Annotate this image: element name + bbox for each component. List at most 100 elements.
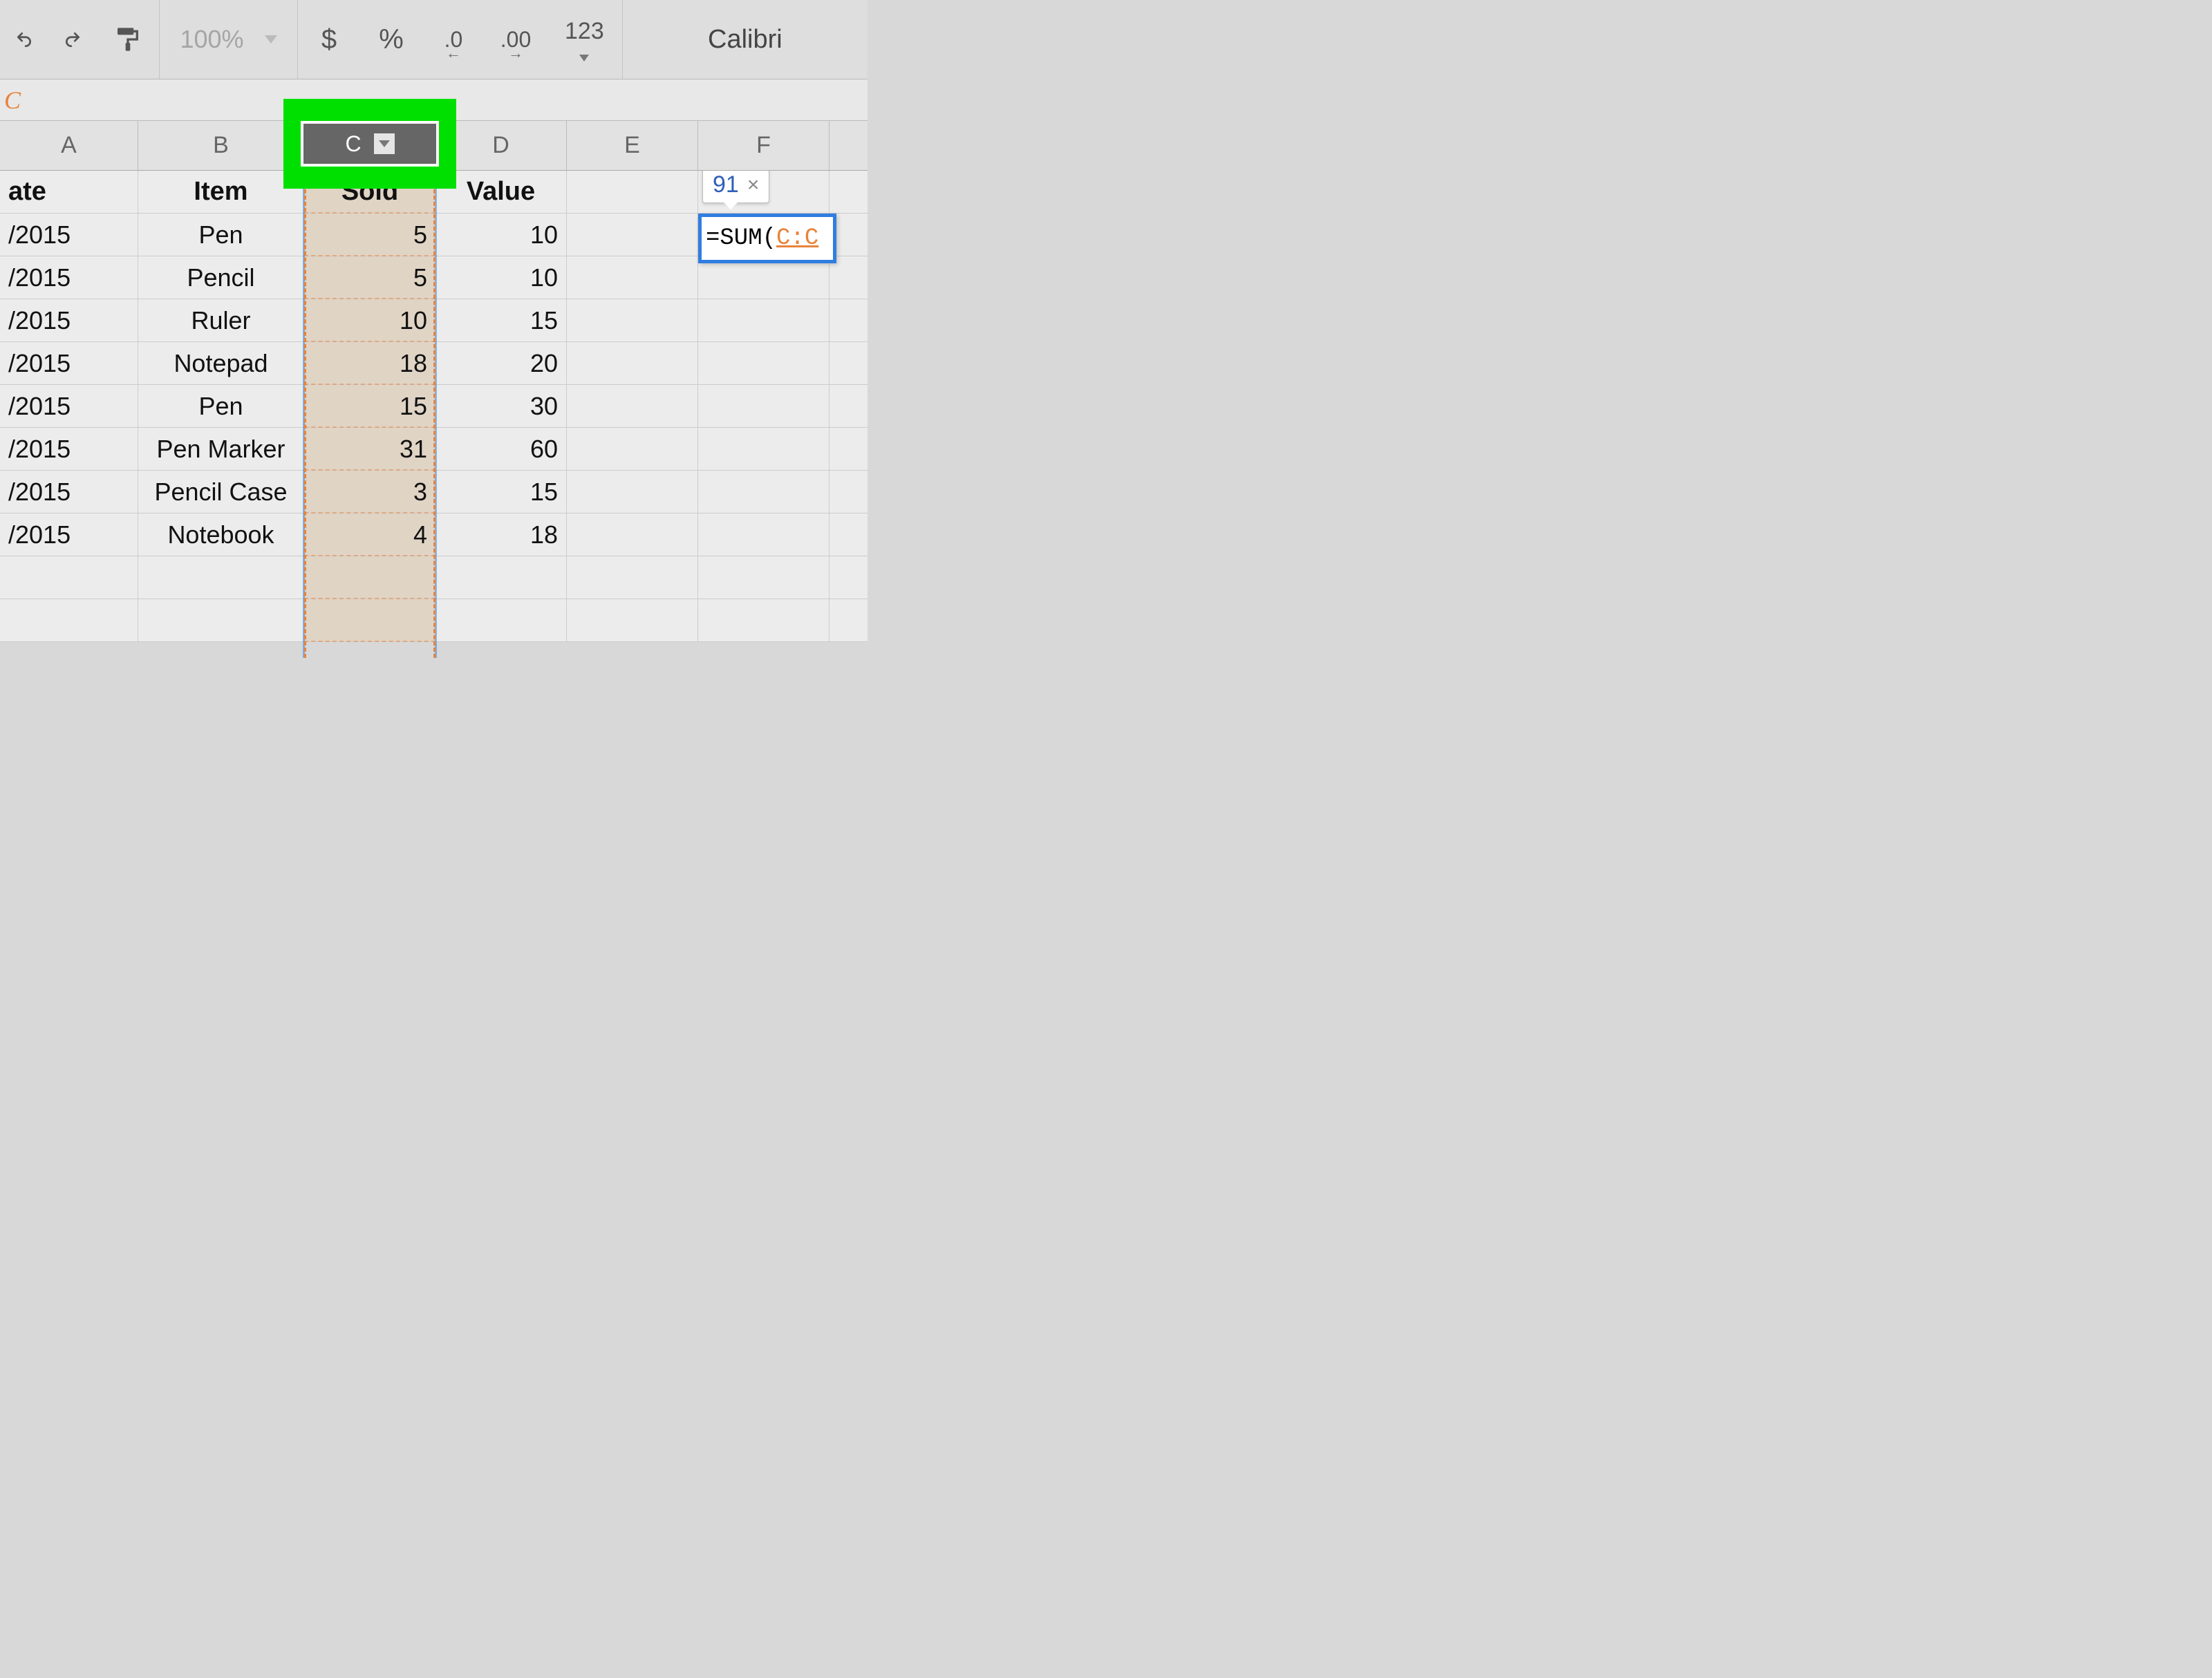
col-c-label: C bbox=[345, 131, 361, 157]
cell[interactable]: 5 bbox=[304, 214, 435, 256]
active-formula-cell[interactable]: =SUM(C:C bbox=[698, 214, 836, 263]
increase-decimal-button[interactable]: .00 → bbox=[485, 0, 547, 79]
cell[interactable]: 10 bbox=[435, 214, 567, 256]
cell[interactable]: Pen Marker bbox=[138, 428, 304, 470]
cell[interactable]: Ruler bbox=[138, 299, 304, 341]
cell[interactable]: ate bbox=[0, 171, 138, 213]
cell[interactable] bbox=[304, 556, 435, 598]
arrow-left-icon: ← bbox=[446, 44, 461, 62]
cell[interactable]: 10 bbox=[435, 256, 567, 299]
cell[interactable] bbox=[435, 556, 567, 598]
redo-button[interactable] bbox=[48, 0, 97, 79]
cell[interactable] bbox=[698, 385, 830, 427]
number-format-group: $ % .0 ← .00 → 123 bbox=[298, 0, 623, 79]
cell[interactable]: Item bbox=[138, 171, 304, 213]
cell[interactable]: /2015 bbox=[0, 385, 138, 427]
font-family-select[interactable]: Calibri bbox=[623, 0, 868, 79]
cell[interactable]: 31 bbox=[304, 428, 435, 470]
cell[interactable] bbox=[567, 171, 698, 213]
cell[interactable] bbox=[567, 471, 698, 513]
cell[interactable]: Pencil bbox=[138, 256, 304, 299]
cell[interactable] bbox=[698, 342, 830, 384]
cell[interactable]: Notebook bbox=[138, 513, 304, 556]
cell[interactable] bbox=[567, 385, 698, 427]
cell[interactable] bbox=[698, 513, 830, 556]
caret-down-icon bbox=[265, 35, 277, 44]
currency-icon: $ bbox=[321, 24, 337, 55]
cell[interactable]: 30 bbox=[435, 385, 567, 427]
cell[interactable] bbox=[567, 342, 698, 384]
zoom-select[interactable]: 100% bbox=[160, 0, 298, 79]
arrow-right-icon: → bbox=[508, 44, 523, 62]
cell[interactable] bbox=[698, 599, 830, 641]
cell[interactable]: 20 bbox=[435, 342, 567, 384]
table-row: /2015Pen Marker3160 bbox=[0, 428, 868, 471]
cell[interactable] bbox=[567, 556, 698, 598]
col-header-e[interactable]: E bbox=[567, 121, 698, 170]
format-percent-button[interactable]: % bbox=[360, 0, 422, 79]
cell[interactable] bbox=[698, 556, 830, 598]
font-name-label: Calibri bbox=[708, 25, 782, 55]
cell[interactable]: Pen bbox=[138, 385, 304, 427]
cell[interactable]: 60 bbox=[435, 428, 567, 470]
paint-format-button[interactable] bbox=[97, 0, 159, 79]
cell[interactable] bbox=[138, 556, 304, 598]
col-menu-button[interactable] bbox=[374, 133, 395, 154]
cell[interactable] bbox=[567, 599, 698, 641]
cell[interactable]: 3 bbox=[304, 471, 435, 513]
cell[interactable]: Pencil Case bbox=[138, 471, 304, 513]
cell[interactable]: 18 bbox=[304, 342, 435, 384]
col-header-b[interactable]: B bbox=[138, 121, 304, 170]
col-header-f[interactable]: F bbox=[698, 121, 830, 170]
cell[interactable]: /2015 bbox=[0, 513, 138, 556]
cell[interactable] bbox=[567, 214, 698, 256]
toolbar: 100% $ % .0 ← .00 → 123 Calibri bbox=[0, 0, 868, 79]
col-header-a[interactable]: A bbox=[0, 121, 138, 170]
cell[interactable] bbox=[567, 256, 698, 299]
cell[interactable] bbox=[435, 599, 567, 641]
cell[interactable] bbox=[138, 599, 304, 641]
cell[interactable] bbox=[567, 299, 698, 341]
cell[interactable] bbox=[304, 599, 435, 641]
undo-button[interactable] bbox=[0, 0, 48, 79]
cell[interactable]: /2015 bbox=[0, 342, 138, 384]
percent-icon: % bbox=[379, 24, 404, 55]
cell[interactable]: 10 bbox=[304, 299, 435, 341]
col-c-highlight-callout: C bbox=[283, 99, 456, 189]
tooltip-value: 91 bbox=[713, 171, 739, 198]
caret-down-icon bbox=[379, 140, 390, 147]
cell[interactable]: 15 bbox=[304, 385, 435, 427]
cell[interactable] bbox=[567, 513, 698, 556]
cell[interactable]: /2015 bbox=[0, 214, 138, 256]
cell[interactable]: 15 bbox=[435, 299, 567, 341]
decrease-decimal-button[interactable]: .0 ← bbox=[422, 0, 485, 79]
more-formats-button[interactable]: 123 bbox=[547, 0, 622, 79]
cell[interactable] bbox=[0, 556, 138, 598]
col-c-header-selected[interactable]: C bbox=[301, 121, 439, 167]
cell[interactable]: 18 bbox=[435, 513, 567, 556]
undo-icon bbox=[15, 25, 33, 54]
cell[interactable] bbox=[698, 471, 830, 513]
cell[interactable] bbox=[0, 599, 138, 641]
cell[interactable]: Pen bbox=[138, 214, 304, 256]
cell[interactable]: 4 bbox=[304, 513, 435, 556]
cell[interactable]: /2015 bbox=[0, 471, 138, 513]
grid-area: ate Item Sold Value /2015Pen510/2015Penc… bbox=[0, 171, 868, 658]
cell[interactable]: /2015 bbox=[0, 256, 138, 299]
cell[interactable]: 15 bbox=[435, 471, 567, 513]
table-row bbox=[0, 599, 868, 642]
table-row: /2015Notebook418 bbox=[0, 513, 868, 556]
table-row: /2015Notepad1820 bbox=[0, 342, 868, 385]
table-row: /2015Pencil Case315 bbox=[0, 471, 868, 513]
formula-prefix: =SUM( bbox=[706, 225, 776, 252]
cell[interactable] bbox=[567, 428, 698, 470]
format-currency-button[interactable]: $ bbox=[298, 0, 360, 79]
cell[interactable]: 5 bbox=[304, 256, 435, 299]
cell[interactable]: /2015 bbox=[0, 299, 138, 341]
cell[interactable]: Notepad bbox=[138, 342, 304, 384]
cell[interactable]: /2015 bbox=[0, 428, 138, 470]
cell[interactable] bbox=[698, 299, 830, 341]
close-icon[interactable]: × bbox=[747, 173, 760, 197]
cell[interactable] bbox=[698, 428, 830, 470]
redo-icon bbox=[64, 25, 82, 54]
